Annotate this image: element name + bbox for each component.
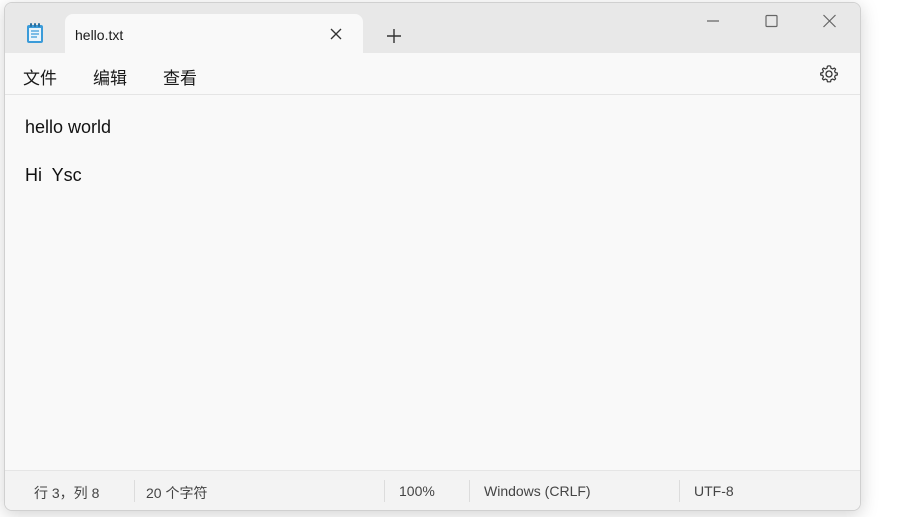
- menu-file[interactable]: 文件: [21, 64, 59, 89]
- close-tab-icon[interactable]: [327, 25, 345, 43]
- editor-line-1: hello world: [25, 117, 112, 137]
- status-divider: [679, 480, 680, 502]
- line-ending[interactable]: Windows (CRLF): [484, 483, 591, 499]
- close-window-button[interactable]: [801, 3, 857, 39]
- new-tab-plus-icon[interactable]: [383, 25, 405, 47]
- status-bar: 行 3，列 8 20 个字符 100% Windows (CRLF) UTF-8: [5, 470, 860, 510]
- character-count: 20 个字符: [146, 485, 208, 501]
- cursor-position[interactable]: 行 3，列 8: [34, 483, 99, 503]
- menu-bar: 文件 编辑 查看: [5, 53, 860, 95]
- menu-edit[interactable]: 编辑: [91, 64, 129, 89]
- editor-line-3: Hi Ysc: [25, 165, 82, 185]
- notepad-icon: [25, 22, 45, 44]
- text-editor[interactable]: hello world Hi Ysc: [5, 95, 860, 470]
- tab-title: hello.txt: [75, 27, 124, 43]
- minimize-button[interactable]: [685, 3, 741, 39]
- maximize-icon: [765, 14, 778, 28]
- maximize-button[interactable]: [743, 3, 799, 39]
- gear-icon[interactable]: [819, 64, 839, 84]
- notepad-window: hello.txt 文件 编辑 查看 hello world Hi Ysc 行 …: [4, 2, 861, 511]
- menu-view[interactable]: 查看: [161, 64, 199, 89]
- status-divider: [384, 480, 385, 502]
- zoom-level[interactable]: 100%: [399, 483, 435, 499]
- minimize-icon: [707, 20, 719, 22]
- close-icon: [823, 14, 836, 28]
- title-bar[interactable]: hello.txt: [5, 3, 860, 54]
- encoding[interactable]: UTF-8: [694, 483, 734, 499]
- status-divider: [134, 480, 135, 502]
- tab-hello-txt[interactable]: hello.txt: [65, 14, 363, 54]
- status-divider: [469, 480, 470, 502]
